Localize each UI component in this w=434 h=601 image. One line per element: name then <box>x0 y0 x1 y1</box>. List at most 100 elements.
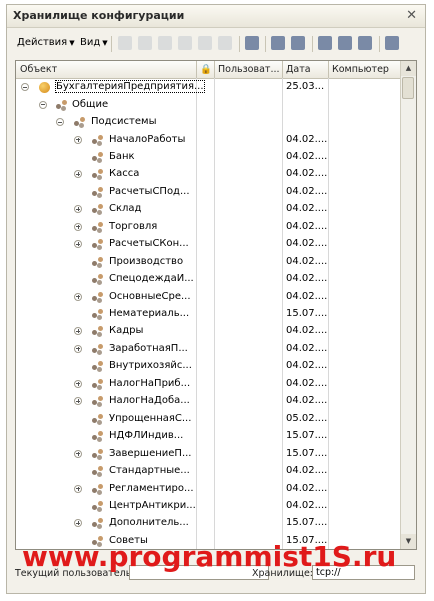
subsystem-icon <box>92 430 105 443</box>
tree-row-subsystem[interactable]: Кадры 04.02.... <box>16 323 402 340</box>
view-menu[interactable]: Вид ▼ <box>80 37 108 48</box>
tree-item-label: ОсновныеСре... <box>109 290 191 302</box>
close-icon[interactable]: ✕ <box>406 8 417 23</box>
subsystem-icon <box>92 413 105 425</box>
subsystem-icon <box>92 151 105 163</box>
filter-icon[interactable] <box>271 36 285 50</box>
tree-row-subsystem[interactable]: ЦентрАнтикри... 04.02.... <box>16 498 402 515</box>
collapse-icon[interactable] <box>39 100 47 109</box>
column-header-computer[interactable]: Компьютер <box>332 64 389 75</box>
tree-item-label: СпецодеждаИ... <box>109 273 194 285</box>
tree-row-subsystem[interactable]: НалогНаПриб... 04.02.... <box>16 376 402 393</box>
expand-icon[interactable] <box>74 292 82 301</box>
title-bar: Хранилище конфигурации ✕ <box>7 5 425 28</box>
tree-row-subsystem[interactable]: ЗавершениеП... 15.07.... <box>16 446 402 463</box>
tree-row-subsystem[interactable]: Дополнитель... 15.07.... <box>16 515 402 532</box>
tree-item-label: УпрощеннаяС... <box>109 412 192 424</box>
tree-row-subsystem[interactable]: УпрощеннаяС... 05.02.... <box>16 411 402 428</box>
tree-item-date: 04.02.... <box>286 465 328 477</box>
tree-item-label: Общие <box>72 98 109 110</box>
expand-icon[interactable] <box>74 344 82 353</box>
tree-item-label: Стандартные... <box>109 465 190 477</box>
tree-row-subsystem[interactable]: НДФЛИндив... 15.07.... <box>16 428 402 445</box>
tree-item-date: 04.02.... <box>286 482 328 494</box>
actions-menu[interactable]: Действия ▼ <box>17 37 75 48</box>
tree-item-label: Дополнитель... <box>109 517 189 529</box>
subsystem-icon <box>92 273 105 286</box>
cancel-capture-icon[interactable] <box>158 36 172 50</box>
tree-item-label: НалогНаПриб... <box>109 377 191 389</box>
tree-row-subsystem[interactable]: Стандартные... 04.02.... <box>16 463 402 480</box>
expand-icon[interactable] <box>74 397 82 406</box>
tree-row-subsystem[interactable]: Нематериаль... 15.07.... <box>16 306 402 323</box>
tree-row-subsystem[interactable]: Внутрихозяйс... 04.02.... <box>16 358 402 375</box>
release-icon[interactable] <box>138 36 152 50</box>
column-header-user[interactable]: Пользоват... <box>218 64 280 75</box>
capture-icon[interactable] <box>118 36 132 50</box>
tree-row-root[interactable]: БухгалтерияПредприятия... 25.03... <box>16 79 402 96</box>
subsystem-icon <box>92 483 105 495</box>
tree-row-subsystem[interactable]: Производство 04.02.... <box>16 254 402 271</box>
toolbar: Действия ▼ Вид ▼ <box>7 29 425 59</box>
save-to-repository-icon[interactable] <box>178 36 192 50</box>
tree-row-subsystem[interactable]: Банк 04.02.... <box>16 149 402 166</box>
tree-row-subsystem[interactable]: Склад 04.02.... <box>16 201 402 218</box>
get-from-repository-icon[interactable] <box>198 36 212 50</box>
tree-item-date: 05.02.... <box>286 412 328 424</box>
expand-icon[interactable] <box>74 170 82 179</box>
collapse-icon[interactable] <box>21 83 29 91</box>
tree-row-common[interactable]: Общие <box>16 97 402 114</box>
tree-row-subsystem[interactable]: НачалоРаботы 04.02.... <box>16 132 402 149</box>
settings-icon[interactable] <box>385 36 399 50</box>
tree-row-subsystem[interactable]: ОсновныеСре... 04.02.... <box>16 289 402 306</box>
tree-row-subsystem[interactable]: ЗаработнаяП... 04.02.... <box>16 341 402 358</box>
tree-row-subsystem[interactable]: Регламентиро... 04.02.... <box>16 481 402 498</box>
compare-icon[interactable] <box>218 36 232 50</box>
tree-item-date: 15.07.... <box>286 308 328 319</box>
history-icon[interactable] <box>318 36 332 50</box>
tree-item-date: 04.02.... <box>286 377 328 389</box>
tree-row-subsystem[interactable]: Касса 04.02.... <box>16 166 402 183</box>
tree-row-subsystem[interactable]: РасчетыСПод... 04.02.... <box>16 184 402 201</box>
expand-icon[interactable] <box>74 222 82 231</box>
vertical-scrollbar[interactable]: ▲ ▼ <box>400 61 416 549</box>
collapse-icon[interactable] <box>56 118 64 126</box>
tree-row-subsystem[interactable]: РасчетыСКон... 04.02.... <box>16 236 402 253</box>
tree-row-subsystem[interactable]: СпецодеждаИ... 04.02.... <box>16 271 402 288</box>
column-header-date[interactable]: Дата <box>286 64 311 75</box>
tree-item-date: 04.02.... <box>286 238 328 250</box>
properties-icon[interactable] <box>338 36 352 50</box>
expand-icon[interactable] <box>74 327 82 336</box>
clear-filter-icon[interactable] <box>291 36 305 50</box>
expand-icon[interactable] <box>74 135 82 144</box>
tree-item-label: Склад <box>109 203 142 215</box>
scroll-down-icon[interactable]: ▼ <box>401 534 416 549</box>
scroll-up-icon[interactable]: ▲ <box>401 61 416 76</box>
refresh-icon[interactable] <box>245 36 259 50</box>
actions-menu-label: Действия <box>17 37 68 48</box>
subsystem-icon <box>92 465 105 478</box>
expand-icon[interactable] <box>74 449 82 458</box>
expand-icon[interactable] <box>74 484 82 493</box>
tree-row-subsystem[interactable]: Торговля 04.02.... <box>16 219 402 236</box>
tree-item-label: ЗавершениеП... <box>109 447 192 459</box>
expand-icon[interactable] <box>74 205 82 214</box>
objects-tree-table[interactable]: Объект 🔒 Пользоват... Дата Компьютер Бух… <box>15 60 417 550</box>
subsystem-icon <box>92 186 105 198</box>
storage-admin-icon[interactable] <box>358 36 372 50</box>
subsystem-icon <box>92 256 105 268</box>
subsystem-icon <box>92 395 105 408</box>
tree-item-date: 04.02.... <box>286 499 328 511</box>
column-header-object[interactable]: Объект <box>20 64 57 75</box>
tree-item-date: 04.02.... <box>286 168 328 180</box>
subsystem-icon <box>92 325 105 338</box>
expand-icon[interactable] <box>74 240 82 249</box>
expand-icon[interactable] <box>74 519 82 528</box>
tree-item-label: Торговля <box>109 220 158 232</box>
toolbar-separator <box>379 36 380 52</box>
tree-row-subsystems[interactable]: Подсистемы <box>16 114 402 131</box>
view-menu-label: Вид <box>80 37 101 48</box>
expand-icon[interactable] <box>74 379 82 388</box>
scroll-thumb[interactable] <box>402 77 414 99</box>
tree-row-subsystem[interactable]: НалогНаДоба... 04.02.... <box>16 393 402 410</box>
